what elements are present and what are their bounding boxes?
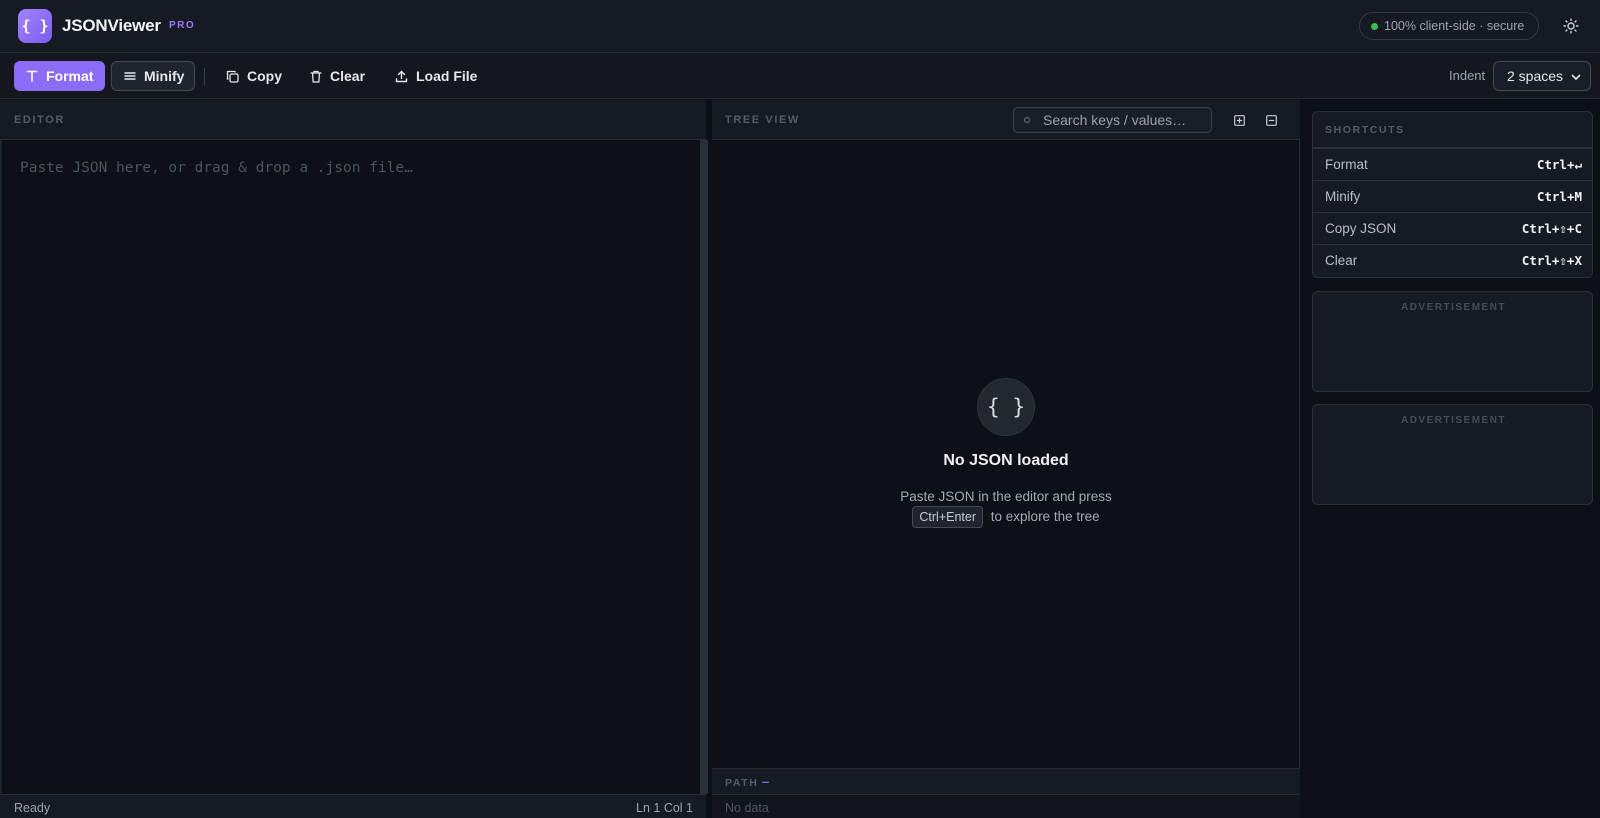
tree-section-label: TREE VIEW <box>725 114 800 126</box>
path-bar: PATH – <box>712 768 1300 794</box>
app-title: JSONViewer <box>62 16 161 35</box>
shortcut-row: Minify Ctrl+M <box>1313 180 1592 212</box>
shortcut-row: Copy JSON Ctrl+⇧+C <box>1313 212 1592 244</box>
toolbar-divider <box>204 68 205 86</box>
expand-all-icon <box>1233 114 1245 126</box>
secure-status-text: 100% client-side · secure <box>1384 19 1525 33</box>
shortcut-name: Minify <box>1325 189 1361 204</box>
status-dot-icon <box>1371 22 1378 30</box>
empty-state-description: Paste JSON in the editor and press <box>900 489 1112 504</box>
lines-icon <box>124 72 136 80</box>
path-label: PATH <box>725 777 759 789</box>
editor-header: EDITOR <box>0 100 706 140</box>
shortcut-name: Format <box>1325 157 1368 172</box>
pro-badge: PRO <box>169 20 196 31</box>
advertisement-slot[interactable]: ADVERTISEMENT <box>1312 291 1593 392</box>
tree-status-bar: No data <box>712 794 1300 818</box>
empty-state-title: No JSON loaded <box>943 452 1069 469</box>
tree-search[interactable] <box>1013 107 1212 133</box>
indent-label: Indent <box>1449 68 1486 83</box>
editor-status-text: Ready <box>14 801 51 815</box>
empty-state-hint: Ctrl+Enter to explore the tree <box>712 506 1300 528</box>
load-file-button-label: Load File <box>416 68 478 84</box>
collapse-all-button[interactable] <box>1264 113 1278 127</box>
tree-header: TREE VIEW <box>712 100 1300 140</box>
sun-icon <box>1563 18 1579 34</box>
indent-select-value: 2 spaces <box>1507 68 1564 84</box>
indent-select[interactable]: 2 spaces <box>1493 61 1591 91</box>
text-format-icon <box>26 70 38 82</box>
format-button-label: Format <box>46 68 94 84</box>
shortcuts-header: SHORTCUTS <box>1313 112 1592 148</box>
empty-state-hint-text: to explore the tree <box>990 509 1100 524</box>
shortcuts-title: SHORTCUTS <box>1325 124 1405 136</box>
advertisement-slot[interactable]: ADVERTISEMENT <box>1312 404 1593 505</box>
collapse-all-icon <box>1265 114 1277 126</box>
copy-icon <box>226 70 239 83</box>
expand-all-button[interactable] <box>1232 113 1246 127</box>
shortcut-keys: Ctrl+⇧+C <box>1521 221 1582 236</box>
minify-button[interactable]: Minify <box>111 61 195 91</box>
right-sidebar: SHORTCUTS Format Ctrl+↵ Minify Ctrl+M Co… <box>1301 100 1600 818</box>
clear-button-label: Clear <box>330 68 366 84</box>
theme-toggle-button[interactable] <box>1558 13 1584 39</box>
shortcut-name: Copy JSON <box>1325 221 1397 236</box>
app-logo: { } <box>18 9 52 43</box>
keyboard-shortcut-badge: Ctrl+Enter <box>912 506 984 528</box>
shortcut-row: Format Ctrl+↵ <box>1313 148 1592 180</box>
empty-state-braces-icon: { } <box>977 378 1035 436</box>
shortcut-name: Clear <box>1325 253 1358 268</box>
tree-status-text: No data <box>725 801 769 815</box>
shortcut-keys: Ctrl+⇧+X <box>1521 253 1582 268</box>
shortcut-keys: Ctrl+↵ <box>1536 157 1582 172</box>
editor-status-bar: Ready Ln 1 Col 1 <box>0 794 706 818</box>
toolbar: Format Minify Copy Clear Load File Inden… <box>0 53 1600 99</box>
shortcuts-card: SHORTCUTS Format Ctrl+↵ Minify Ctrl+M Co… <box>1312 111 1593 278</box>
editor-section-label: EDITOR <box>14 114 65 126</box>
trash-icon <box>310 70 322 83</box>
json-editor[interactable]: Paste JSON here, or drag & drop a .json … <box>0 140 700 794</box>
shortcut-keys: Ctrl+M <box>1536 189 1582 204</box>
app-header: { } JSONViewer PRO 100% client-side · se… <box>0 0 1600 53</box>
minify-button-label: Minify <box>144 68 185 84</box>
upload-icon <box>395 70 408 82</box>
secure-status-pill: 100% client-side · secure <box>1359 12 1539 40</box>
chevron-down-icon <box>1571 74 1581 80</box>
advertisement-label: ADVERTISEMENT <box>1400 415 1507 426</box>
search-icon <box>1023 116 1031 124</box>
editor-panel: EDITOR Paste JSON here, or drag & drop a… <box>0 100 708 818</box>
format-button[interactable]: Format <box>14 61 105 91</box>
copy-button[interactable]: Copy <box>214 61 294 91</box>
copy-button-label: Copy <box>247 68 282 84</box>
tree-view-panel: TREE VIEW { } No JSON loaded Paste JSON … <box>712 100 1300 818</box>
cursor-position: Ln 1 Col 1 <box>636 801 693 815</box>
tree-search-input[interactable] <box>1043 112 1203 128</box>
path-value: – <box>762 774 770 789</box>
advertisement-label: ADVERTISEMENT <box>1400 302 1507 313</box>
panel-resize-handle[interactable] <box>700 140 708 794</box>
load-file-button[interactable]: Load File <box>383 61 489 91</box>
editor-placeholder: Paste JSON here, or drag & drop a .json … <box>20 160 413 176</box>
clear-button[interactable]: Clear <box>298 61 377 91</box>
shortcut-row: Clear Ctrl+⇧+X <box>1313 244 1592 276</box>
